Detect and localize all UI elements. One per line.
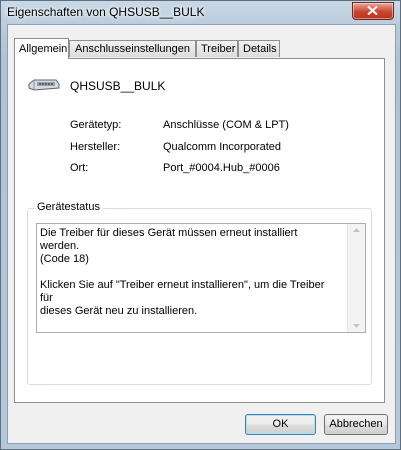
device-status-text: Die Treiber für dieses Gerät müssen erne… <box>40 227 325 317</box>
property-label-type: Gerätetyp: <box>70 119 122 131</box>
cancel-button[interactable]: Abbrechen <box>324 414 388 435</box>
dialog-client: Allgemein Anschlusseinstellungen Treiber… <box>7 24 396 444</box>
title-bar[interactable]: Eigenschaften von QHSUSB__BULK <box>1 1 400 23</box>
property-label-location: Ort: <box>70 162 89 174</box>
device-status-textbox[interactable]: Die Treiber für dieses Gerät müssen erne… <box>36 223 366 333</box>
scroll-down-icon[interactable] <box>353 324 360 328</box>
property-value-type: Anschlüsse (COM & LPT) <box>163 119 289 131</box>
device-name: QHSUSB__BULK <box>70 79 166 93</box>
tab-treiber[interactable]: Treiber <box>196 40 238 57</box>
properties-window: Eigenschaften von QHSUSB__BULK Allgemein… <box>0 0 401 450</box>
close-button[interactable] <box>352 2 394 20</box>
property-label-manufacturer: Hersteller: <box>70 141 121 153</box>
window-title: Eigenschaften von QHSUSB__BULK <box>7 5 205 19</box>
status-scrollbar[interactable] <box>347 224 365 332</box>
tab-details[interactable]: Details <box>238 40 280 57</box>
tab-panel-allgemein: QHSUSB__BULK Gerätetyp: Anschlüsse (COM … <box>14 58 385 403</box>
scroll-up-icon[interactable] <box>353 228 360 232</box>
property-value-manufacturer: Qualcomm Incorporated <box>163 141 281 153</box>
ok-button[interactable]: OK <box>245 414 316 435</box>
property-value-location: Port_#0004.Hub_#0006 <box>163 162 280 174</box>
close-icon <box>367 6 378 15</box>
device-status-title: Gerätestatus <box>34 201 103 213</box>
tab-anschlusseinstellungen[interactable]: Anschlusseinstellungen <box>69 40 196 57</box>
device-status-group: Gerätestatus Die Treiber für dieses Gerä… <box>27 201 372 385</box>
tab-allgemein[interactable]: Allgemein <box>14 38 69 59</box>
usb-connector-icon <box>28 79 60 91</box>
